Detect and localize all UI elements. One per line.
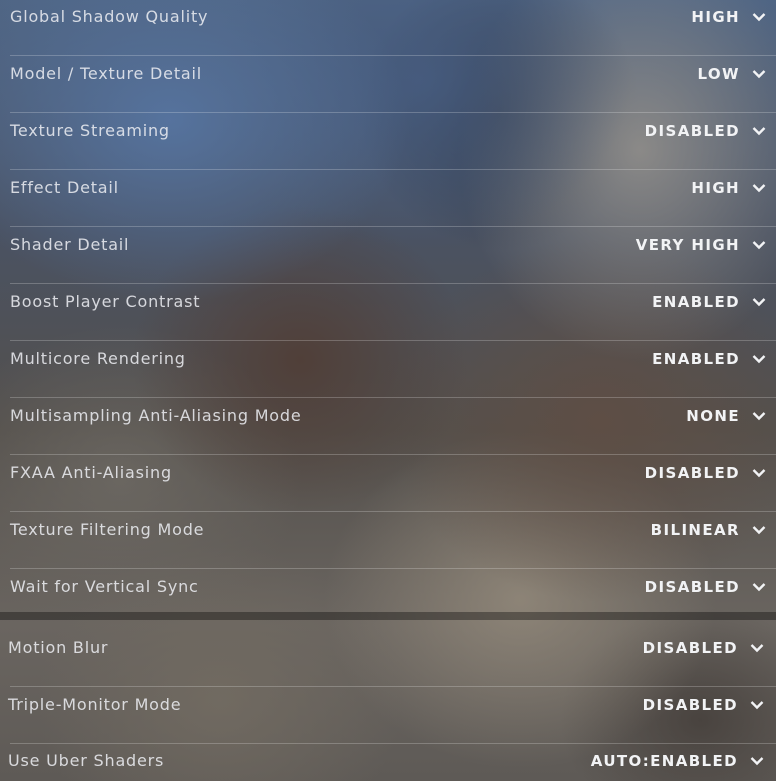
chevron-down-icon <box>752 526 766 535</box>
setting-row-multicore-rendering: Multicore Rendering ENABLED <box>0 341 776 398</box>
setting-row-triple-monitor-mode: Triple-Monitor Mode DISABLED <box>0 687 776 744</box>
setting-label: Boost Player Contrast <box>10 292 201 311</box>
setting-row-shader-detail: Shader Detail VERY HIGH <box>0 227 776 284</box>
use-uber-shaders-dropdown[interactable]: AUTO:ENABLED <box>591 743 764 779</box>
setting-value: HIGH <box>691 179 740 197</box>
setting-row-model-texture-detail: Model / Texture Detail LOW <box>0 56 776 113</box>
setting-row-fxaa-anti-aliasing: FXAA Anti-Aliasing DISABLED <box>0 455 776 512</box>
shader-detail-dropdown[interactable]: VERY HIGH <box>636 227 766 263</box>
chevron-down-icon <box>752 127 766 136</box>
setting-value: DISABLED <box>644 578 740 596</box>
wait-for-vertical-sync-dropdown[interactable]: DISABLED <box>645 569 766 605</box>
setting-value: DISABLED <box>644 464 740 482</box>
chevron-down-icon <box>750 644 764 653</box>
motion-blur-dropdown[interactable]: DISABLED <box>643 630 764 666</box>
setting-value: HIGH <box>691 8 740 26</box>
setting-row-global-shadow-quality: Global Shadow Quality HIGH <box>0 0 776 56</box>
setting-label: Triple-Monitor Mode <box>8 695 182 714</box>
setting-value: NONE <box>686 407 740 425</box>
setting-label: Model / Texture Detail <box>10 64 202 83</box>
setting-label: Shader Detail <box>10 235 130 254</box>
chevron-down-icon <box>752 355 766 364</box>
chevron-down-icon <box>752 13 766 22</box>
setting-label: Global Shadow Quality <box>10 7 209 26</box>
effect-detail-dropdown[interactable]: HIGH <box>691 170 766 206</box>
setting-row-texture-filtering-mode: Texture Filtering Mode BILINEAR <box>0 512 776 569</box>
chevron-down-icon <box>752 241 766 250</box>
chevron-down-icon <box>752 298 766 307</box>
chevron-down-icon <box>750 757 764 766</box>
chevron-down-icon <box>752 70 766 79</box>
chevron-down-icon <box>752 583 766 592</box>
boost-player-contrast-dropdown[interactable]: ENABLED <box>652 284 766 320</box>
setting-value: VERY HIGH <box>635 236 740 254</box>
setting-label: Multisampling Anti-Aliasing Mode <box>10 406 302 425</box>
chevron-down-icon <box>752 412 766 421</box>
setting-value: DISABLED <box>644 122 740 140</box>
setting-row-multisampling-anti-aliasing-mode: Multisampling Anti-Aliasing Mode NONE <box>0 398 776 455</box>
setting-label: Multicore Rendering <box>10 349 186 368</box>
setting-value: DISABLED <box>642 696 738 714</box>
setting-label: Effect Detail <box>10 178 119 197</box>
setting-value: BILINEAR <box>650 521 740 539</box>
chevron-down-icon <box>752 184 766 193</box>
setting-row-wait-for-vertical-sync: Wait for Vertical Sync DISABLED <box>0 569 776 626</box>
setting-row-use-uber-shaders: Use Uber Shaders AUTO:ENABLED <box>0 743 776 781</box>
setting-label: Wait for Vertical Sync <box>10 577 199 596</box>
chevron-down-icon <box>750 701 764 710</box>
model-texture-detail-dropdown[interactable]: LOW <box>697 56 766 92</box>
setting-label: Texture Streaming <box>10 121 170 140</box>
global-shadow-quality-dropdown[interactable]: HIGH <box>691 0 766 35</box>
setting-label: Texture Filtering Mode <box>10 520 205 539</box>
setting-value: AUTO:ENABLED <box>590 752 738 770</box>
setting-value: LOW <box>697 65 740 83</box>
chevron-down-icon <box>752 469 766 478</box>
fxaa-anti-aliasing-dropdown[interactable]: DISABLED <box>645 455 766 491</box>
texture-filtering-mode-dropdown[interactable]: BILINEAR <box>651 512 766 548</box>
setting-row-motion-blur: Motion Blur DISABLED <box>0 630 776 687</box>
setting-label: Use Uber Shaders <box>8 751 165 770</box>
setting-label: FXAA Anti-Aliasing <box>10 463 172 482</box>
setting-label: Motion Blur <box>8 638 109 657</box>
texture-streaming-dropdown[interactable]: DISABLED <box>645 113 766 149</box>
setting-value: ENABLED <box>652 350 740 368</box>
setting-row-texture-streaming: Texture Streaming DISABLED <box>0 113 776 170</box>
multisampling-anti-aliasing-mode-dropdown[interactable]: NONE <box>686 398 766 434</box>
triple-monitor-mode-dropdown[interactable]: DISABLED <box>643 687 764 723</box>
setting-value: DISABLED <box>642 639 738 657</box>
setting-row-effect-detail: Effect Detail HIGH <box>0 170 776 227</box>
multicore-rendering-dropdown[interactable]: ENABLED <box>652 341 766 377</box>
setting-row-boost-player-contrast: Boost Player Contrast ENABLED <box>0 284 776 341</box>
setting-value: ENABLED <box>652 293 740 311</box>
